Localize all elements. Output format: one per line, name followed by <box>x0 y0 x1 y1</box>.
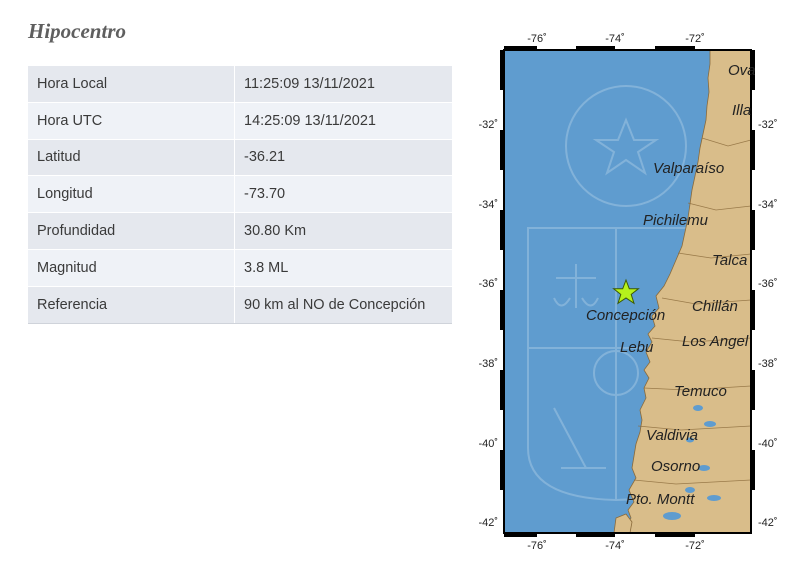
lon-tick-bottom: -74˚ <box>605 540 625 552</box>
row-label: Hora UTC <box>28 102 235 140</box>
table-row: Magnitud 3.8 ML <box>28 249 452 287</box>
hypocenter-table: Hora Local 11:25:09 13/11/2021 Hora UTC … <box>28 66 452 324</box>
place-label: Chillán <box>692 298 738 315</box>
lat-tick-left: -42˚ <box>478 517 498 529</box>
row-label: Magnitud <box>28 249 235 287</box>
row-value: 30.80 Km <box>234 212 452 250</box>
row-label: Profundidad <box>28 212 235 250</box>
row-label: Longitud <box>28 175 235 214</box>
row-value: -73.70 <box>234 175 452 214</box>
row-value: -36.21 <box>234 139 452 177</box>
row-label: Latitud <box>28 139 235 177</box>
row-value: 3.8 ML <box>234 249 452 287</box>
lon-tick-top: -74˚ <box>605 33 625 45</box>
lon-tick-bottom: -76˚ <box>527 540 547 552</box>
lat-tick-right: -36˚ <box>758 278 778 290</box>
row-label: Hora Local <box>28 66 235 103</box>
table-row: Longitud -73.70 <box>28 175 452 214</box>
place-label: Valparaíso <box>653 160 724 177</box>
lon-tick-top: -72˚ <box>685 33 705 45</box>
place-label: Illa <box>732 102 751 119</box>
place-label: Los Angel <box>682 333 749 350</box>
section-title: Hipocentro <box>28 19 126 43</box>
place-label: Pto. Montt <box>626 491 695 508</box>
row-value: 11:25:09 13/11/2021 <box>234 66 452 103</box>
table-row: Latitud -36.21 <box>28 139 452 177</box>
place-label: Pichilemu <box>643 212 709 229</box>
lat-tick-left: -36˚ <box>478 278 498 290</box>
lat-tick-right: -34˚ <box>758 199 778 211</box>
lat-tick-left: -32˚ <box>478 119 498 131</box>
lat-tick-left: -34˚ <box>478 199 498 211</box>
table-row: Hora Local 11:25:09 13/11/2021 <box>28 66 452 103</box>
lat-tick-right: -42˚ <box>758 517 778 529</box>
row-value: 90 km al NO de Concepción <box>234 286 452 324</box>
epicenter-map: -76˚ -74˚ -72˚ -76˚ -74˚ -72˚ -32˚ -34˚ … <box>478 33 778 552</box>
place-label: Temuco <box>674 383 727 400</box>
table-row: Hora UTC 14:25:09 13/11/2021 <box>28 102 452 140</box>
row-value: 14:25:09 13/11/2021 <box>234 102 452 140</box>
table-row: Profundidad 30.80 Km <box>28 212 452 250</box>
lat-tick-left: -40˚ <box>478 438 498 450</box>
place-label: Lebu <box>620 339 654 356</box>
place-label: Osorno <box>651 458 700 475</box>
place-label: Concepción <box>586 307 665 324</box>
row-label: Referencia <box>28 286 235 324</box>
place-label: Talca <box>712 252 747 269</box>
lat-tick-right: -40˚ <box>758 438 778 450</box>
lat-tick-right: -38˚ <box>758 358 778 370</box>
table-row: Referencia 90 km al NO de Concepción <box>28 286 452 324</box>
lon-tick-bottom: -72˚ <box>685 540 705 552</box>
lat-tick-right: -32˚ <box>758 119 778 131</box>
lat-tick-left: -38˚ <box>478 358 498 370</box>
place-label: Ova <box>728 62 756 79</box>
lon-tick-top: -76˚ <box>527 33 547 45</box>
place-label: Valdivia <box>646 427 698 444</box>
